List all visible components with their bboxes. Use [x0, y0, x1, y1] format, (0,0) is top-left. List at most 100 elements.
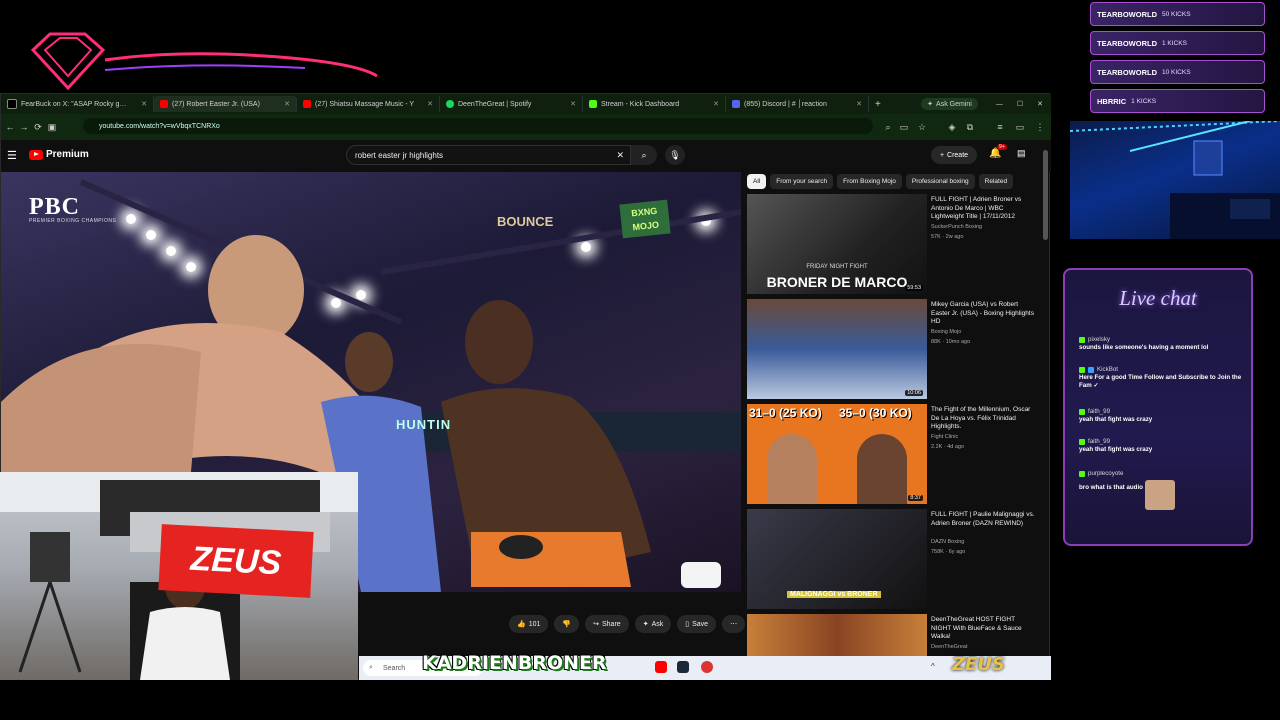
- chip-professional-boxing[interactable]: Professional boxing: [905, 174, 975, 189]
- close-icon[interactable]: ✕: [856, 100, 862, 108]
- address-bar: ← → ⟳ ▣ youtube.com/watch?v=wVbqxTCNRXo …: [1, 114, 1051, 140]
- zeus-overlay-logo: ZEUS: [952, 654, 1005, 675]
- recommendation-title[interactable]: Mikey Garcia (USA) vs Robert Easter Jr. …: [931, 301, 1035, 327]
- youtube-taskbar-icon[interactable]: [655, 661, 667, 673]
- tab-shiatsu[interactable]: (27) Shiatsu Massage Music - Y ✕: [297, 96, 440, 112]
- channel-name[interactable]: SuckerPunch Boxing: [931, 224, 982, 230]
- close-icon[interactable]: ✕: [713, 100, 719, 108]
- chat-username[interactable]: KickBot: [1097, 366, 1118, 374]
- like-button[interactable]: 👍 101: [509, 615, 549, 633]
- recommendation-item[interactable]: 10:06 Mikey Garcia (USA) vs Robert Easte…: [747, 299, 1037, 399]
- voice-search-button[interactable]: 🎙: [665, 145, 685, 165]
- tray-chevron-icon[interactable]: ^: [931, 662, 935, 671]
- close-icon[interactable]: ✕: [141, 100, 147, 108]
- close-icon[interactable]: ✕: [570, 100, 576, 108]
- hamburger-menu-icon[interactable]: ☰: [7, 149, 17, 162]
- recommendation-item[interactable]: 31–0 (25 KO) 35–0 (30 KO) 8:37 The Fight…: [747, 404, 1037, 504]
- cast-icon[interactable]: ▭: [897, 120, 911, 134]
- scrollbar[interactable]: [1043, 150, 1048, 240]
- video-thumbnail[interactable]: [747, 614, 927, 656]
- profile-icon[interactable]: ▭: [1013, 120, 1027, 134]
- save-button[interactable]: ▯ Save: [677, 615, 717, 633]
- close-icon[interactable]: ✕: [427, 100, 433, 108]
- chat-text: yeah that fight was crazy: [1079, 416, 1153, 423]
- tab-fearbuck[interactable]: FearBuck on X: "ASAP Rocky g… ✕: [1, 96, 154, 112]
- kick-badge-icon: [1079, 367, 1085, 373]
- tab-label: FearBuck on X: "ASAP Rocky g…: [21, 100, 127, 108]
- kebab-menu-icon[interactable]: ⋮: [1033, 120, 1047, 134]
- recommendation-item[interactable]: MALIGNAGGI vs BRONER FULL FIGHT | Paulie…: [747, 509, 1037, 609]
- obs-taskbar-icon[interactable]: [701, 661, 713, 673]
- pbc-subtitle: PREMIER BOXING CHAMPIONS: [29, 218, 117, 224]
- bookmark-star-icon[interactable]: ☆: [915, 120, 929, 134]
- duration-badge: 59:53: [905, 285, 923, 291]
- dislike-button[interactable]: 👎: [554, 615, 580, 633]
- maximize-button[interactable]: ☐: [1017, 100, 1023, 108]
- chat-username[interactable]: pixelsky: [1088, 336, 1110, 344]
- recommendation-item[interactable]: DeenTheGreat HOST FIGHT NIGHT With BlueF…: [747, 614, 1037, 656]
- url-field[interactable]: youtube.com/watch?v=wVbqxTCNRXo: [83, 118, 873, 134]
- steam-taskbar-icon[interactable]: [677, 661, 689, 673]
- create-button[interactable]: + Create: [931, 146, 977, 164]
- chip-from-search[interactable]: From your search: [770, 174, 834, 189]
- save-label: Save: [692, 620, 709, 628]
- chat-text: sounds like someone's having a moment lo…: [1079, 344, 1209, 351]
- youtube-logo[interactable]: Premium: [29, 149, 89, 160]
- chip-related[interactable]: Related: [978, 174, 1014, 189]
- channel-name[interactable]: DAZN Boxing: [931, 539, 964, 545]
- minimize-button[interactable]: —: [996, 101, 1003, 108]
- tab-label: (855) Discord | # │reaction: [744, 100, 827, 108]
- thumbnail-subtext: FRIDAY NIGHT FIGHT: [806, 264, 868, 270]
- kick-notification: TEARBOWORLD 50 KICKS: [1090, 2, 1265, 26]
- search-button[interactable]: ⌕: [631, 145, 657, 165]
- clear-search-icon[interactable]: ✕: [616, 150, 624, 161]
- chip-all[interactable]: All: [747, 174, 767, 189]
- new-tab-button[interactable]: +: [875, 99, 881, 110]
- avatar[interactable]: ▤: [1017, 148, 1026, 159]
- plus-icon: +: [939, 151, 945, 159]
- puzzle-icon[interactable]: ⧉: [963, 120, 977, 134]
- chip-from-boxing-mojo[interactable]: From Boxing Mojo: [837, 174, 902, 189]
- chat-username[interactable]: faith_99: [1088, 438, 1110, 446]
- tab-spotify[interactable]: DeenTheGreat | Spotify ✕: [440, 96, 583, 112]
- recommendation-title[interactable]: The Fight of the Millennium, Oscar De La…: [931, 406, 1035, 432]
- ask-label: Ask: [651, 620, 664, 628]
- tab-discord[interactable]: (855) Discord | # │reaction ✕: [726, 96, 869, 112]
- tune-icon[interactable]: ≡: [993, 120, 1007, 134]
- channel-name[interactable]: DeenTheGreat: [931, 644, 967, 650]
- thumbs-up-icon: 👍: [517, 621, 526, 628]
- forward-icon[interactable]: →: [17, 120, 31, 134]
- chat-username[interactable]: faith_99: [1088, 408, 1110, 416]
- youtube-header: ☰ Premium robert easter jr highlights ✕ ⌕…: [1, 140, 1051, 172]
- reload-icon[interactable]: ⟳: [31, 120, 45, 134]
- sidepanel-icon[interactable]: ▣: [45, 120, 59, 134]
- channel-name[interactable]: Boxing Mojo: [931, 329, 961, 335]
- search-input[interactable]: robert easter jr highlights ✕: [346, 145, 631, 165]
- more-actions-button[interactable]: ⋯: [722, 615, 746, 633]
- tab-kick[interactable]: Stream - Kick Dashboard ✕: [583, 96, 726, 112]
- tab-robert-easter[interactable]: (27) Robert Easter Jr. (USA) ✕: [154, 96, 297, 112]
- recommendation-item[interactable]: FRIDAY NIGHT FIGHT BRONER DE MARCO 59:53…: [747, 194, 1037, 294]
- close-window-button[interactable]: ✕: [1037, 100, 1043, 108]
- recommendation-title[interactable]: FULL FIGHT | Paulie Malignaggi vs. Adrie…: [931, 511, 1035, 528]
- video-thumbnail[interactable]: 31–0 (25 KO) 35–0 (30 KO) 8:37: [747, 404, 927, 504]
- zoom-icon[interactable]: ⌕: [881, 120, 895, 134]
- recommendation-title[interactable]: DeenTheGreat HOST FIGHT NIGHT With BlueF…: [931, 616, 1035, 642]
- channel-name[interactable]: Fight Clinic: [931, 434, 958, 440]
- video-thumbnail[interactable]: FRIDAY NIGHT FIGHT BRONER DE MARCO 59:53: [747, 194, 927, 294]
- back-icon[interactable]: ←: [3, 120, 17, 134]
- video-thumbnail[interactable]: 10:06: [747, 299, 927, 399]
- video-meta: 88K · 10mo ago: [931, 339, 971, 345]
- ask-gemini-button[interactable]: ✦ Ask Gemini: [921, 98, 978, 110]
- extension-icon[interactable]: ◈: [945, 120, 959, 134]
- thumbnail-text: MALIGNAGGI vs BRONER: [787, 591, 881, 598]
- recommendation-title[interactable]: FULL FIGHT | Adrien Broner vs Antonio De…: [931, 196, 1035, 222]
- gemini-icon: ✦: [927, 101, 934, 108]
- chat-username[interactable]: purplecoyote: [1088, 470, 1123, 478]
- kick-badge-icon: [1079, 337, 1085, 343]
- close-icon[interactable]: ✕: [284, 100, 290, 108]
- video-thumbnail[interactable]: MALIGNAGGI vs BRONER: [747, 509, 927, 609]
- spotify-icon: [446, 100, 454, 108]
- ask-button[interactable]: ✦ Ask: [634, 615, 672, 633]
- share-button[interactable]: ↪ Share: [585, 615, 629, 633]
